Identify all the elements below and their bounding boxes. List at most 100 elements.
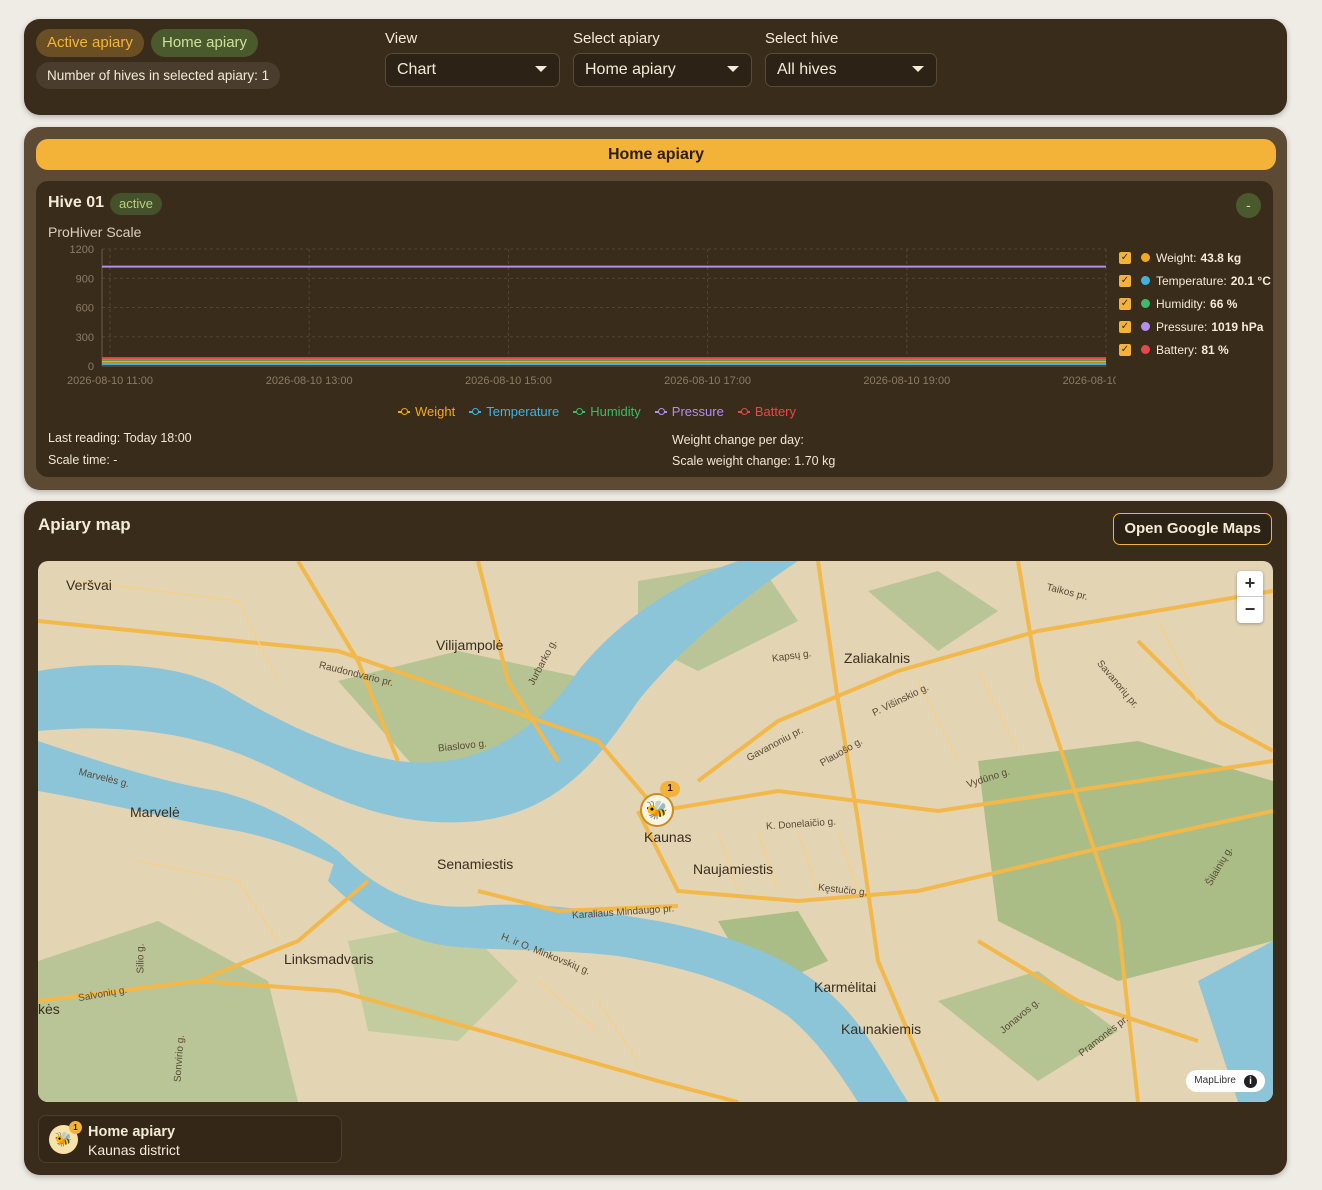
checkbox-checked-icon[interactable]: ✓ — [1119, 274, 1131, 287]
metric-value: 43.8 kg — [1200, 250, 1242, 265]
zoom-control: + − — [1237, 571, 1263, 623]
legend-label: Pressure — [671, 404, 724, 419]
top-toolbar: Active apiary Home apiary Number of hive… — [24, 19, 1287, 115]
legend-line-icon — [469, 407, 482, 415]
park-area — [938, 971, 1118, 1081]
pressure-dot-icon — [1141, 322, 1150, 331]
legend-label: Temperature — [486, 404, 560, 419]
map-title: Apiary map — [38, 515, 131, 534]
apiary-map[interactable]: Veršvai Vilijampolė Zaliakalnis Marvelė … — [38, 561, 1273, 1102]
zoom-in-button[interactable]: + — [1237, 571, 1263, 597]
park-area — [38, 921, 298, 1102]
hive-select[interactable]: All hives — [765, 53, 937, 87]
x-tick-label: 2026-08-10 11:00 — [67, 375, 153, 387]
metric-row-pressure[interactable]: ✓ Pressure: 1019 hPa — [1119, 315, 1271, 338]
place-label: Marvelė — [130, 804, 180, 820]
legend-label: Weight — [415, 404, 456, 419]
humidity-dot-icon — [1141, 299, 1150, 308]
chart-legend: Weight Temperature Humidity Pressure Bat… — [398, 404, 810, 419]
collapse-button[interactable]: - — [1236, 193, 1261, 218]
checkbox-checked-icon[interactable]: ✓ — [1119, 251, 1131, 264]
weight-dot-icon — [1141, 253, 1150, 262]
place-label: Veršvai — [66, 577, 112, 593]
place-label: Naujamiestis — [693, 861, 774, 877]
metric-row-battery[interactable]: ✓ Battery: 81 % — [1119, 338, 1271, 361]
active-apiary-chip[interactable]: Active apiary — [36, 29, 144, 57]
home-apiary-chip[interactable]: Home apiary — [151, 29, 259, 57]
metric-row-temperature[interactable]: ✓ Temperature: 20.1 °C — [1119, 269, 1271, 292]
metric-label: Weight: — [1156, 250, 1197, 265]
y-tick-label: 1200 — [70, 244, 94, 256]
apiary-banner: Home apiary — [36, 139, 1276, 170]
chevron-down-icon — [535, 66, 547, 72]
x-tick-label: 2026-08-10 21:00 — [1063, 375, 1116, 387]
metric-value: 20.1 °C — [1230, 273, 1271, 288]
checkbox-checked-icon[interactable]: ✓ — [1119, 343, 1131, 356]
x-tick-label: 2026-08-10 19:00 — [863, 375, 950, 387]
map-attribution[interactable]: MapLibre i — [1186, 1070, 1265, 1092]
legend-item-pressure[interactable]: Pressure — [654, 404, 724, 419]
view-select-value: Chart — [397, 61, 437, 78]
hive-count-badge: Number of hives in selected apiary: 1 — [36, 62, 281, 89]
checkbox-checked-icon[interactable]: ✓ — [1119, 320, 1131, 333]
place-label: Senamiestis — [437, 856, 514, 872]
metric-label: Battery: — [1156, 342, 1198, 357]
legend-label: Humidity — [590, 404, 641, 419]
legend-line-icon — [398, 407, 410, 415]
y-tick-label: 0 — [88, 361, 94, 373]
hive-select-value: All hives — [777, 61, 837, 78]
info-icon[interactable]: i — [1244, 1074, 1257, 1088]
apiary-list-item[interactable]: 🐝 1 Home apiary Kaunas district — [38, 1115, 342, 1163]
scale-weight-change: Scale weight change: 1.70 kg — [672, 454, 836, 468]
legend-item-weight[interactable]: Weight — [398, 404, 455, 419]
attribution-text: MapLibre — [1194, 1075, 1236, 1086]
legend-item-humidity[interactable]: Humidity — [573, 404, 641, 419]
device-name: ProHiver Scale — [48, 224, 142, 240]
legend-item-battery[interactable]: Battery — [737, 404, 797, 419]
x-tick-label: 2026-08-10 15:00 — [465, 375, 552, 387]
park-area — [868, 571, 998, 651]
place-label: Kaunakiemis — [841, 1021, 922, 1037]
apiary-count-badge: 1 — [69, 1121, 82, 1134]
metric-label: Pressure: — [1156, 319, 1208, 334]
apiary-select[interactable]: Home apiary — [573, 53, 752, 87]
place-label: Linksmadvaris — [284, 951, 374, 967]
zoom-out-button[interactable]: − — [1237, 597, 1263, 623]
chevron-down-icon — [727, 66, 739, 72]
open-google-maps-button[interactable]: Open Google Maps — [1113, 513, 1272, 545]
select-hive-label: Select hive — [765, 30, 839, 47]
metric-row-humidity[interactable]: ✓ Humidity: 66 % — [1119, 292, 1271, 315]
view-label: View — [385, 30, 418, 47]
marker-count-badge: 1 — [660, 781, 680, 797]
y-tick-label: 300 — [76, 332, 94, 344]
x-tick-label: 2026-08-10 17:00 — [664, 375, 751, 387]
place-label: Zaliakalnis — [844, 650, 911, 666]
street-label: Silio g. — [135, 943, 147, 974]
apiary-district: Kaunas district — [88, 1142, 180, 1158]
legend-line-icon — [573, 407, 586, 415]
checkbox-checked-icon[interactable]: ✓ — [1119, 297, 1131, 310]
y-tick-label: 600 — [76, 303, 94, 315]
battery-dot-icon — [1141, 345, 1150, 354]
y-tick-label: 900 — [76, 273, 94, 285]
metric-value: 66 % — [1210, 296, 1238, 311]
metric-row-weight[interactable]: ✓ Weight: 43.8 kg — [1119, 246, 1271, 269]
legend-label: Battery — [754, 404, 797, 419]
place-label: kės — [38, 1001, 60, 1017]
place-label: Karmėlitai — [814, 979, 877, 995]
apiary-marker[interactable]: 🐝 — [640, 793, 674, 827]
weight-change-per-day: Weight change per day: — [672, 433, 804, 447]
last-reading: Last reading: Today 18:00 — [48, 431, 192, 445]
metric-list: ✓ Weight: 43.8 kg ✓ Temperature: 20.1 °C… — [1119, 246, 1271, 361]
legend-item-temperature[interactable]: Temperature — [469, 404, 559, 419]
view-select[interactable]: Chart — [385, 53, 560, 87]
apiary-panel: Home apiary Hive 01 active - ProHiver Sc… — [24, 127, 1287, 490]
hive-chart: 0 300 600 900 1200 2026-08-10 11:00 2026-08-10… — [67, 244, 1116, 387]
metric-label: Humidity: — [1156, 296, 1207, 311]
legend-line-icon — [654, 407, 667, 415]
road-main — [1136, 639, 1273, 753]
hive-title: Hive 01 — [48, 194, 105, 211]
hive-card: Hive 01 active - ProHiver Scale 0 300 600 9… — [36, 181, 1273, 477]
select-apiary-label: Select apiary — [573, 30, 660, 47]
metric-value: 1019 hPa — [1211, 319, 1264, 334]
